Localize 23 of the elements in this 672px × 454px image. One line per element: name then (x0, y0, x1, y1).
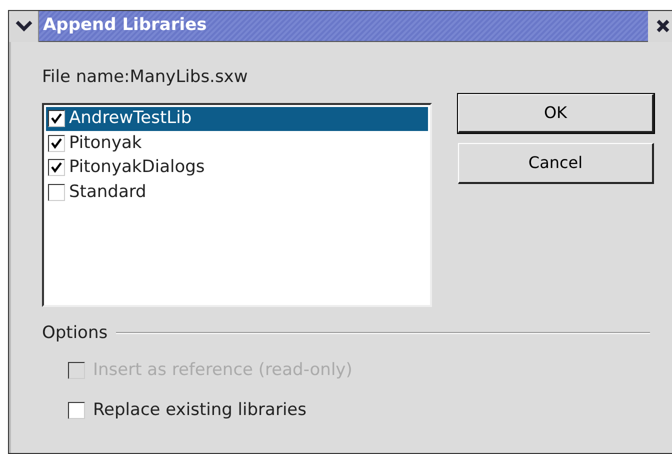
window-title: Append Libraries (42, 14, 208, 38)
library-item[interactable]: AndrewTestLib (46, 106, 428, 131)
library-item[interactable]: Standard (46, 180, 428, 204)
checkbox[interactable] (48, 184, 65, 201)
library-name: PitonyakDialogs (69, 156, 205, 179)
checkbox[interactable] (48, 134, 65, 152)
library-name: AndrewTestLib (69, 107, 192, 130)
chevron-down-icon (14, 20, 32, 32)
checkbox[interactable] (68, 402, 85, 419)
library-item[interactable]: Pitonyak (46, 131, 428, 156)
ok-button[interactable]: OK (458, 94, 654, 133)
options-heading: Options (42, 322, 108, 344)
close-button[interactable] (648, 10, 672, 42)
library-name: Standard (69, 180, 146, 204)
cancel-button[interactable]: Cancel (458, 143, 654, 184)
file-name-label: File name:ManyLibs.sxw (42, 66, 249, 89)
library-item[interactable]: PitonyakDialogs (46, 156, 428, 180)
checkbox[interactable] (48, 110, 65, 128)
library-name: Pitonyak (69, 132, 142, 154)
close-icon (656, 19, 670, 33)
option-label: Replace existing libraries (93, 398, 306, 422)
menu-button[interactable] (9, 10, 39, 42)
checkbox[interactable] (48, 159, 65, 176)
